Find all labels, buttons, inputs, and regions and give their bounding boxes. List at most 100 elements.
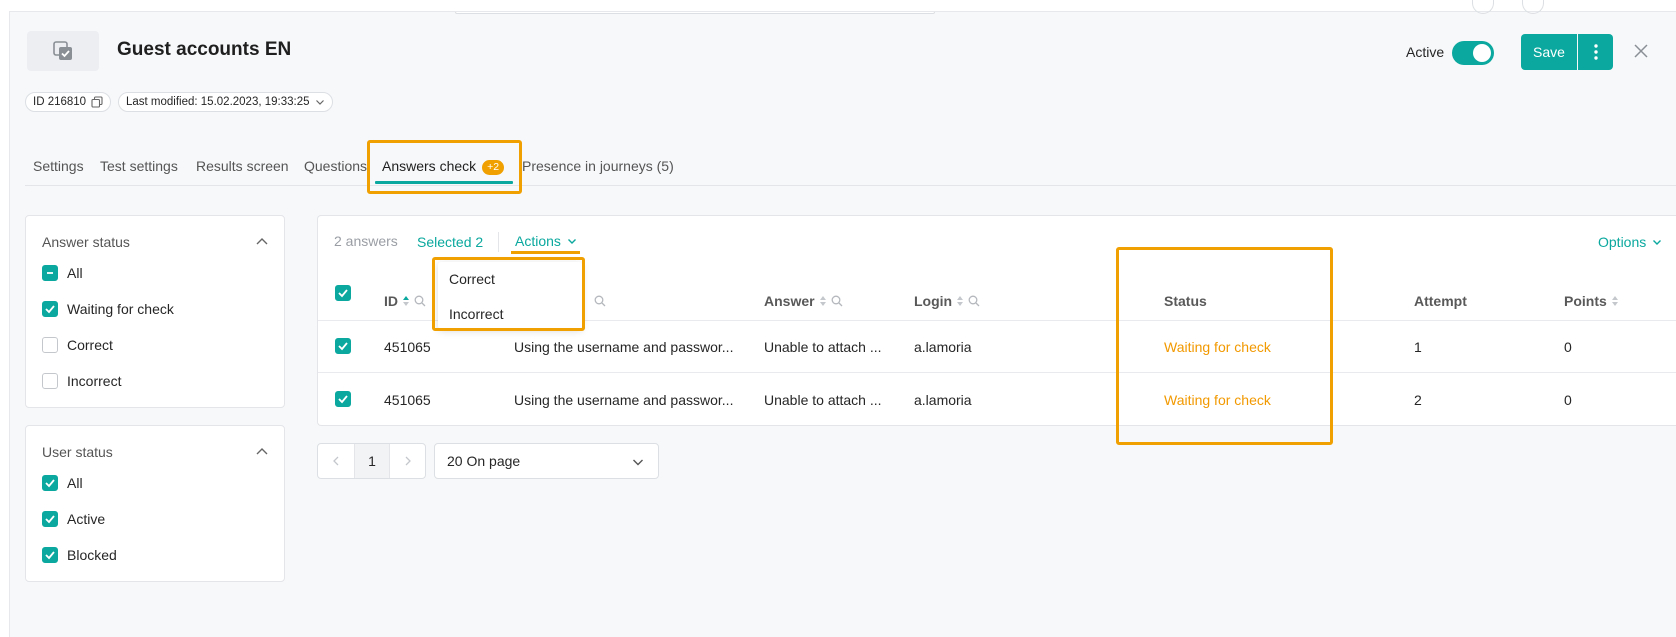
- user-status-blocked[interactable]: Blocked: [42, 547, 117, 563]
- close-icon: [1634, 44, 1648, 58]
- highlight-actions-menu: [432, 257, 585, 331]
- column-header-answer[interactable]: Answer: [764, 293, 843, 309]
- toolbar-divider: [498, 232, 499, 252]
- cell-points: 0: [1564, 392, 1572, 408]
- row-checkbox[interactable]: [335, 391, 351, 407]
- copy-icon[interactable]: [91, 96, 103, 108]
- column-header-label: Answer: [764, 293, 815, 309]
- cell-id: 451065: [384, 339, 431, 355]
- search-icon[interactable]: [414, 295, 426, 307]
- chevron-right-icon: [405, 456, 411, 466]
- id-chip-label: ID 216810: [33, 96, 87, 108]
- options-dropdown-button[interactable]: Options: [1598, 234, 1662, 250]
- prev-page-button[interactable]: [318, 444, 354, 478]
- cell-attempt: 2: [1414, 392, 1422, 408]
- tab-results-screen[interactable]: Results screen: [196, 158, 289, 174]
- options-label: Options: [1598, 234, 1647, 250]
- user-status-active[interactable]: Active: [42, 511, 105, 527]
- column-header-label: Attempt: [1414, 293, 1467, 309]
- checkbox-label: Active: [67, 511, 106, 527]
- kebab-menu-icon: [1593, 44, 1598, 60]
- user-status-title: User status: [42, 444, 113, 460]
- column-header-label: Points: [1564, 293, 1607, 309]
- test-check-icon: [53, 41, 72, 60]
- answer-status-correct[interactable]: Correct: [42, 337, 113, 353]
- page-number-button[interactable]: 1: [354, 444, 390, 478]
- answer-status-filter: Answer status All Waiting for check Corr…: [25, 215, 285, 408]
- chevron-down-icon: [567, 239, 576, 244]
- checkbox-label: All: [67, 475, 83, 491]
- column-header-label: ID: [384, 293, 398, 309]
- answer-status-title: Answer status: [42, 234, 130, 250]
- row-checkbox[interactable]: [335, 338, 351, 354]
- checkbox-checked[interactable]: [42, 547, 58, 563]
- checkbox-indeterminate[interactable]: [42, 265, 58, 281]
- checkbox-checked[interactable]: [42, 301, 58, 317]
- selected-count: Selected 2: [417, 234, 484, 250]
- close-button[interactable]: [1630, 40, 1652, 62]
- search-icon[interactable]: [968, 295, 980, 307]
- tab-test-settings[interactable]: Test settings: [100, 158, 178, 174]
- chevron-up-icon[interactable]: [256, 446, 268, 458]
- answer-status-waiting[interactable]: Waiting for check: [42, 301, 174, 317]
- save-button[interactable]: Save: [1521, 34, 1577, 70]
- sort-ascending-icon[interactable]: [402, 295, 410, 307]
- chevron-down-icon: [1653, 240, 1662, 245]
- answers-count: 2 answers: [334, 233, 398, 249]
- row-divider: [318, 372, 1676, 373]
- last-modified-label: Last modified: 15.02.2023, 19:33:25: [126, 96, 310, 108]
- top-icon-button[interactable]: [1522, 0, 1544, 14]
- chevron-left-icon: [333, 456, 339, 466]
- search-icon[interactable]: [594, 295, 606, 307]
- page-title: Guest accounts EN: [117, 39, 292, 60]
- checkbox-label: All: [67, 265, 83, 281]
- cell-question[interactable]: Using the username and passwor...: [514, 392, 733, 408]
- tab-settings[interactable]: Settings: [33, 158, 84, 174]
- tab-bar: Settings Test settings Results screen Qu…: [25, 148, 1676, 186]
- highlight-status-column: [1116, 247, 1333, 445]
- top-search-bar-edge[interactable]: [455, 12, 935, 14]
- highlight-answers-check-tab: [367, 140, 522, 194]
- checkbox-unchecked[interactable]: [42, 373, 58, 389]
- chevron-up-icon[interactable]: [256, 236, 268, 248]
- checkbox-label: Blocked: [67, 547, 117, 563]
- checkbox-unchecked[interactable]: [42, 337, 58, 353]
- checkbox-checked[interactable]: [42, 511, 58, 527]
- top-icon-button[interactable]: [1472, 0, 1494, 14]
- cell-answer[interactable]: Unable to attach ...: [764, 339, 882, 355]
- checkbox-checked[interactable]: [42, 475, 58, 491]
- column-header-login[interactable]: Login: [914, 293, 980, 309]
- per-page-value: 20 On page: [447, 453, 521, 469]
- select-all-checkbox[interactable]: [335, 285, 351, 301]
- cell-attempt: 1: [1414, 339, 1422, 355]
- test-type-icon-tile: [27, 31, 99, 71]
- id-chip[interactable]: ID 216810: [25, 92, 112, 112]
- cell-answer[interactable]: Unable to attach ...: [764, 392, 882, 408]
- column-header-id[interactable]: ID: [384, 293, 426, 309]
- active-toggle-label: Active: [1406, 44, 1445, 60]
- answer-status-incorrect[interactable]: Incorrect: [42, 373, 121, 389]
- next-page-button[interactable]: [390, 444, 425, 478]
- cell-login: a.lamoria: [914, 392, 972, 408]
- sort-icon[interactable]: [1611, 295, 1619, 307]
- column-header-points[interactable]: Points: [1564, 293, 1619, 309]
- search-icon[interactable]: [831, 295, 843, 307]
- last-modified-chip[interactable]: Last modified: 15.02.2023, 19:33:25: [118, 92, 333, 112]
- cell-points: 0: [1564, 339, 1572, 355]
- tab-presence-in-journeys[interactable]: Presence in journeys (5): [522, 158, 674, 174]
- sort-icon[interactable]: [819, 295, 827, 307]
- cell-question[interactable]: Using the username and passwor...: [514, 339, 733, 355]
- cell-id: 451065: [384, 392, 431, 408]
- actions-dropdown-button[interactable]: Actions: [515, 233, 577, 249]
- checkbox-label: Waiting for check: [67, 301, 174, 317]
- more-options-button[interactable]: [1578, 34, 1613, 70]
- chevron-down-icon: [633, 459, 643, 466]
- sort-icon[interactable]: [956, 295, 964, 307]
- per-page-select[interactable]: 20 On page: [434, 443, 659, 479]
- user-status-all[interactable]: All: [42, 475, 83, 491]
- pagination: 1: [317, 443, 426, 479]
- active-toggle[interactable]: [1452, 41, 1494, 65]
- checkbox-label: Correct: [67, 337, 113, 353]
- answer-status-all[interactable]: All: [42, 265, 83, 281]
- tab-questions[interactable]: Questions: [304, 158, 367, 174]
